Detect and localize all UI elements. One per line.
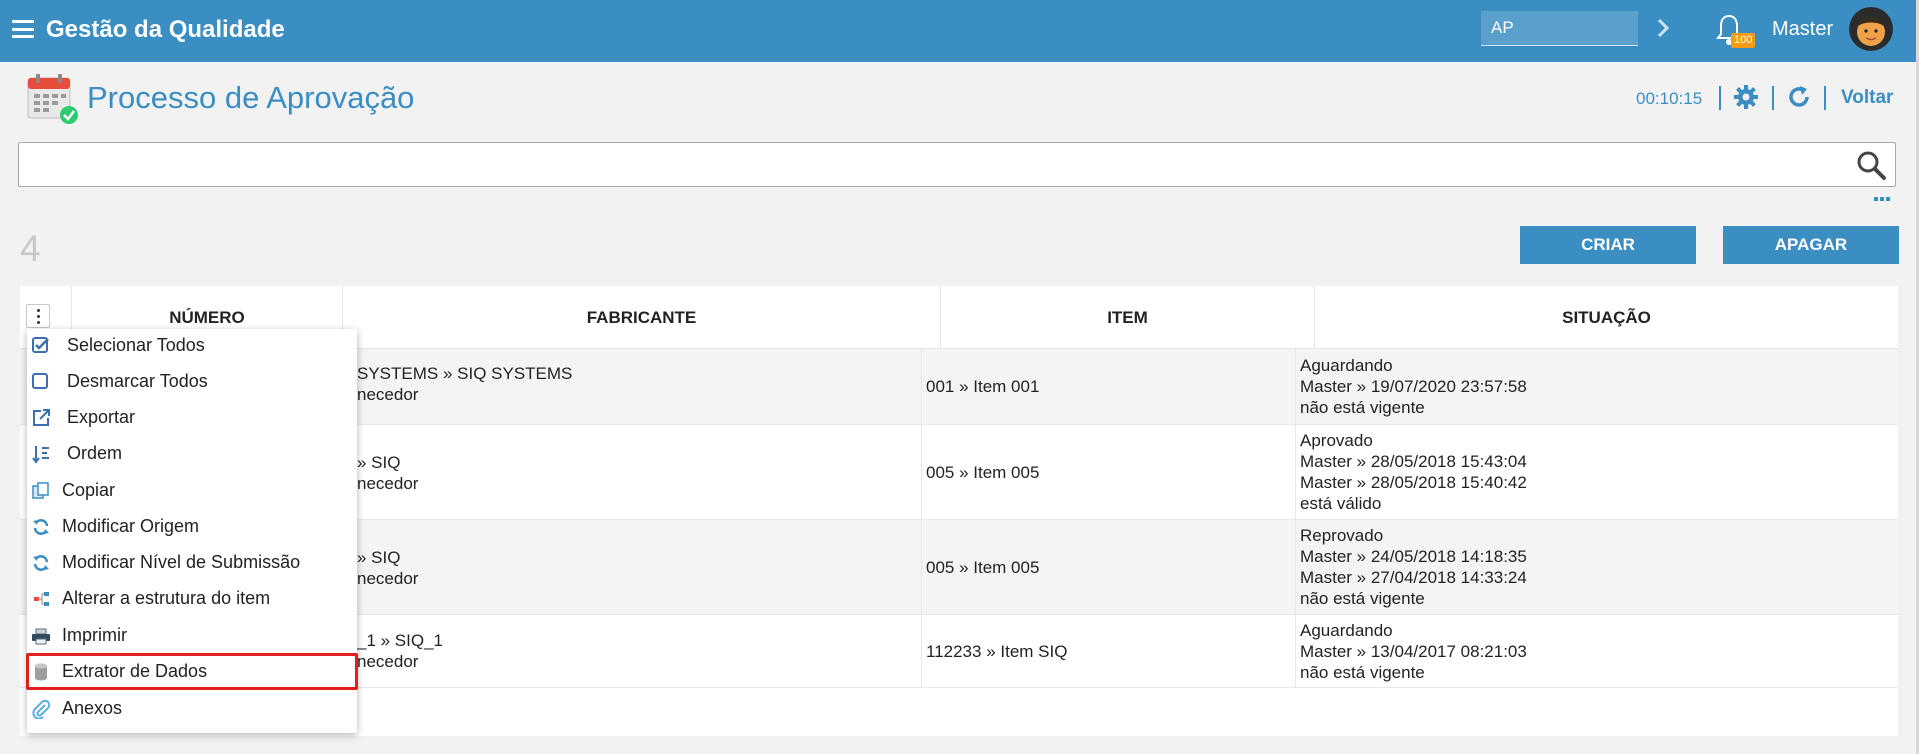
menu-item-anexos[interactable]: Anexos <box>27 692 357 728</box>
delete-button[interactable]: APAGAR <box>1723 226 1899 264</box>
refresh-icon[interactable] <box>1786 84 1812 110</box>
sync-icon <box>33 555 49 571</box>
menu-item-label: Selecionar Todos <box>67 335 205 355</box>
column-header-fabricante[interactable]: FABRICANTE <box>343 286 941 349</box>
highlight-box <box>26 653 358 690</box>
hamburger-menu-icon[interactable] <box>12 20 34 38</box>
fabricante-cell-type: necedor <box>357 652 419 671</box>
menu-item-copiar[interactable]: Copiar <box>27 474 357 510</box>
item-cell: 005 » Item 005 <box>926 558 1040 577</box>
situacao-cell-line: Master » 28/05/2018 15:43:04 <box>1300 452 1527 471</box>
calendar-check-icon <box>27 74 78 124</box>
column-divider <box>1295 349 1296 688</box>
menu-item-modificar-nivel-submissao[interactable]: Modificar Nível de Submissão <box>27 546 357 582</box>
situacao-cell-status: Aguardando <box>1300 356 1393 375</box>
fabricante-cell-type: necedor <box>357 385 419 404</box>
search-bar <box>18 142 1896 187</box>
kebab-menu-button[interactable] <box>26 304 50 328</box>
back-link[interactable]: Voltar <box>1841 87 1893 109</box>
item-cell: 112233 » Item SIQ <box>926 642 1068 661</box>
search-input[interactable] <box>19 143 1839 186</box>
separator <box>1719 86 1721 110</box>
session-timer: 00:10:15 <box>1636 89 1703 108</box>
fabricante-cell-name: » SIQ <box>357 548 401 567</box>
checkbox-checked-icon <box>32 337 49 353</box>
sort-icon <box>32 446 49 464</box>
page-title: Processo de Aprovação <box>87 80 415 115</box>
separator <box>1772 86 1774 110</box>
menu-item-desmarcar-todos[interactable]: Desmarcar Todos <box>27 365 357 401</box>
user-name[interactable]: Master <box>1772 18 1833 41</box>
record-count: 4 <box>20 228 41 269</box>
structure-icon <box>34 592 49 606</box>
fabricante-cell-name: SYSTEMS » SIQ SYSTEMS <box>357 364 573 383</box>
menu-item-label: Imprimir <box>62 625 127 645</box>
separator <box>1824 86 1826 110</box>
situacao-cell-status: Aprovado <box>1300 431 1373 450</box>
menu-item-label: Modificar Nível de Submissão <box>62 552 301 572</box>
menu-item-label: Desmarcar Todos <box>67 371 208 391</box>
column-divider <box>921 349 922 688</box>
situacao-cell-status: Reprovado <box>1300 526 1384 545</box>
situacao-cell-line: Master » 19/07/2020 23:57:58 <box>1300 377 1527 396</box>
chevron-right-icon[interactable] <box>1652 14 1674 42</box>
avatar[interactable] <box>1849 7 1893 51</box>
create-button[interactable]: CRIAR <box>1520 226 1696 264</box>
menu-item-selecionar-todos[interactable]: Selecionar Todos <box>27 329 357 365</box>
menu-item-alterar-estrutura[interactable]: Alterar a estrutura do item <box>27 582 357 618</box>
fabricante-cell-name: » SIQ <box>357 453 401 472</box>
paperclip-icon <box>32 699 51 719</box>
situacao-cell-validity: não está vigente <box>1300 663 1425 682</box>
top-bar: Gestão da Qualidade 100 Master <box>0 0 1919 62</box>
sync-icon <box>33 519 49 535</box>
menu-item-label: Ordem <box>67 443 123 463</box>
menu-item-imprimir[interactable]: Imprimir <box>27 619 357 655</box>
menu-item-label: Exportar <box>67 407 136 427</box>
gear-icon[interactable] <box>1733 84 1759 110</box>
situacao-cell-validity: está válido <box>1300 494 1382 513</box>
situacao-cell-validity: não está vigente <box>1300 589 1425 608</box>
menu-item-label: Modificar Origem <box>62 516 200 536</box>
column-header-situacao[interactable]: SITUAÇÃO <box>1315 286 1898 349</box>
checkbox-empty-icon <box>32 373 48 389</box>
notification-badge: 100 <box>1731 33 1756 48</box>
printer-icon <box>32 628 50 645</box>
situacao-cell-line: Master » 24/05/2018 14:18:35 <box>1300 547 1527 566</box>
fabricante-cell-type: necedor <box>357 569 419 588</box>
search-icon[interactable] <box>1855 149 1887 181</box>
item-cell: 005 » Item 005 <box>926 463 1040 482</box>
menu-item-exportar[interactable]: Exportar <box>27 401 357 437</box>
menu-item-label: Alterar a estrutura do item <box>62 588 271 608</box>
fabricante-cell-type: necedor <box>357 474 419 493</box>
menu-item-label: Copiar <box>62 480 116 500</box>
menu-item-label: Anexos <box>62 698 123 718</box>
export-icon <box>33 409 50 426</box>
situacao-cell-status: Aguardando <box>1300 621 1393 640</box>
menu-item-modificar-origem[interactable]: Modificar Origem <box>27 510 357 546</box>
copy-icon <box>32 482 49 499</box>
column-header-item[interactable]: ITEM <box>941 286 1315 349</box>
situacao-cell-line: Master » 27/04/2018 14:33:24 <box>1300 568 1527 587</box>
situacao-cell-validity: não está vigente <box>1300 398 1425 417</box>
item-cell: 001 » Item 001 <box>926 377 1040 396</box>
situacao-cell-line: Master » 13/04/2017 08:21:03 <box>1300 642 1527 661</box>
menu-item-ordem[interactable]: Ordem <box>27 437 357 473</box>
situacao-cell-line: Master » 28/05/2018 15:40:42 <box>1300 473 1527 492</box>
more-options-icon[interactable] <box>1874 196 1891 202</box>
app-title: Gestão da Qualidade <box>46 16 285 43</box>
fabricante-cell-name: _1 » SIQ_1 <box>357 631 444 650</box>
ap-input[interactable] <box>1481 11 1638 46</box>
